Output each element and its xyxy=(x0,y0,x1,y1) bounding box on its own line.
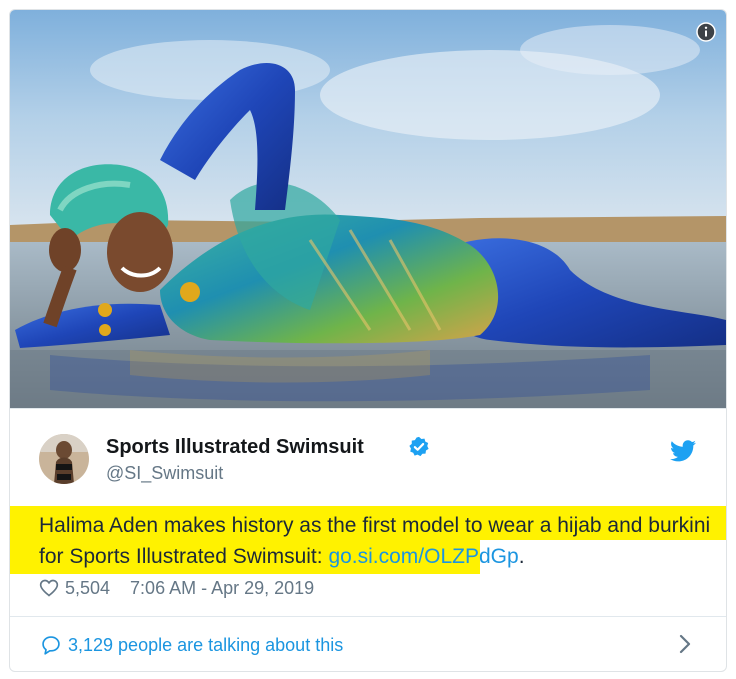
chevron-right-icon[interactable] xyxy=(678,633,692,655)
speech-bubble-icon xyxy=(42,636,60,655)
like-count[interactable]: 5,504 xyxy=(65,578,110,599)
verified-badge-icon xyxy=(409,436,429,457)
tweet-text: Halima Aden makes history as the first m… xyxy=(39,510,719,572)
tweet-timestamp[interactable]: 7:06 AM - Apr 29, 2019 xyxy=(130,578,314,599)
tweet-text-end: . xyxy=(518,545,525,568)
display-name[interactable]: Sports Illustrated Swimsuit xyxy=(106,436,364,459)
twitter-bird-icon[interactable] xyxy=(670,440,696,462)
tweet-photo[interactable] xyxy=(10,10,726,409)
conversation-link[interactable]: 3,129 people are talking about this xyxy=(68,635,343,656)
tweet-header: Sports Illustrated Swimsuit @SI_Swimsuit xyxy=(10,410,726,500)
tweet-meta: 5,504 7:06 AM - Apr 29, 2019 xyxy=(39,575,314,601)
info-icon[interactable] xyxy=(696,22,716,42)
tweet-link[interactable]: go.si.com/OLZPdGp xyxy=(328,545,518,568)
heart-icon[interactable] xyxy=(39,578,59,598)
user-handle[interactable]: @SI_Swimsuit xyxy=(106,463,223,484)
avatar[interactable] xyxy=(39,434,89,484)
tweet-card[interactable]: Sports Illustrated Swimsuit @SI_Swimsuit… xyxy=(9,9,727,672)
conversation-footer[interactable]: 3,129 people are talking about this xyxy=(10,617,726,671)
